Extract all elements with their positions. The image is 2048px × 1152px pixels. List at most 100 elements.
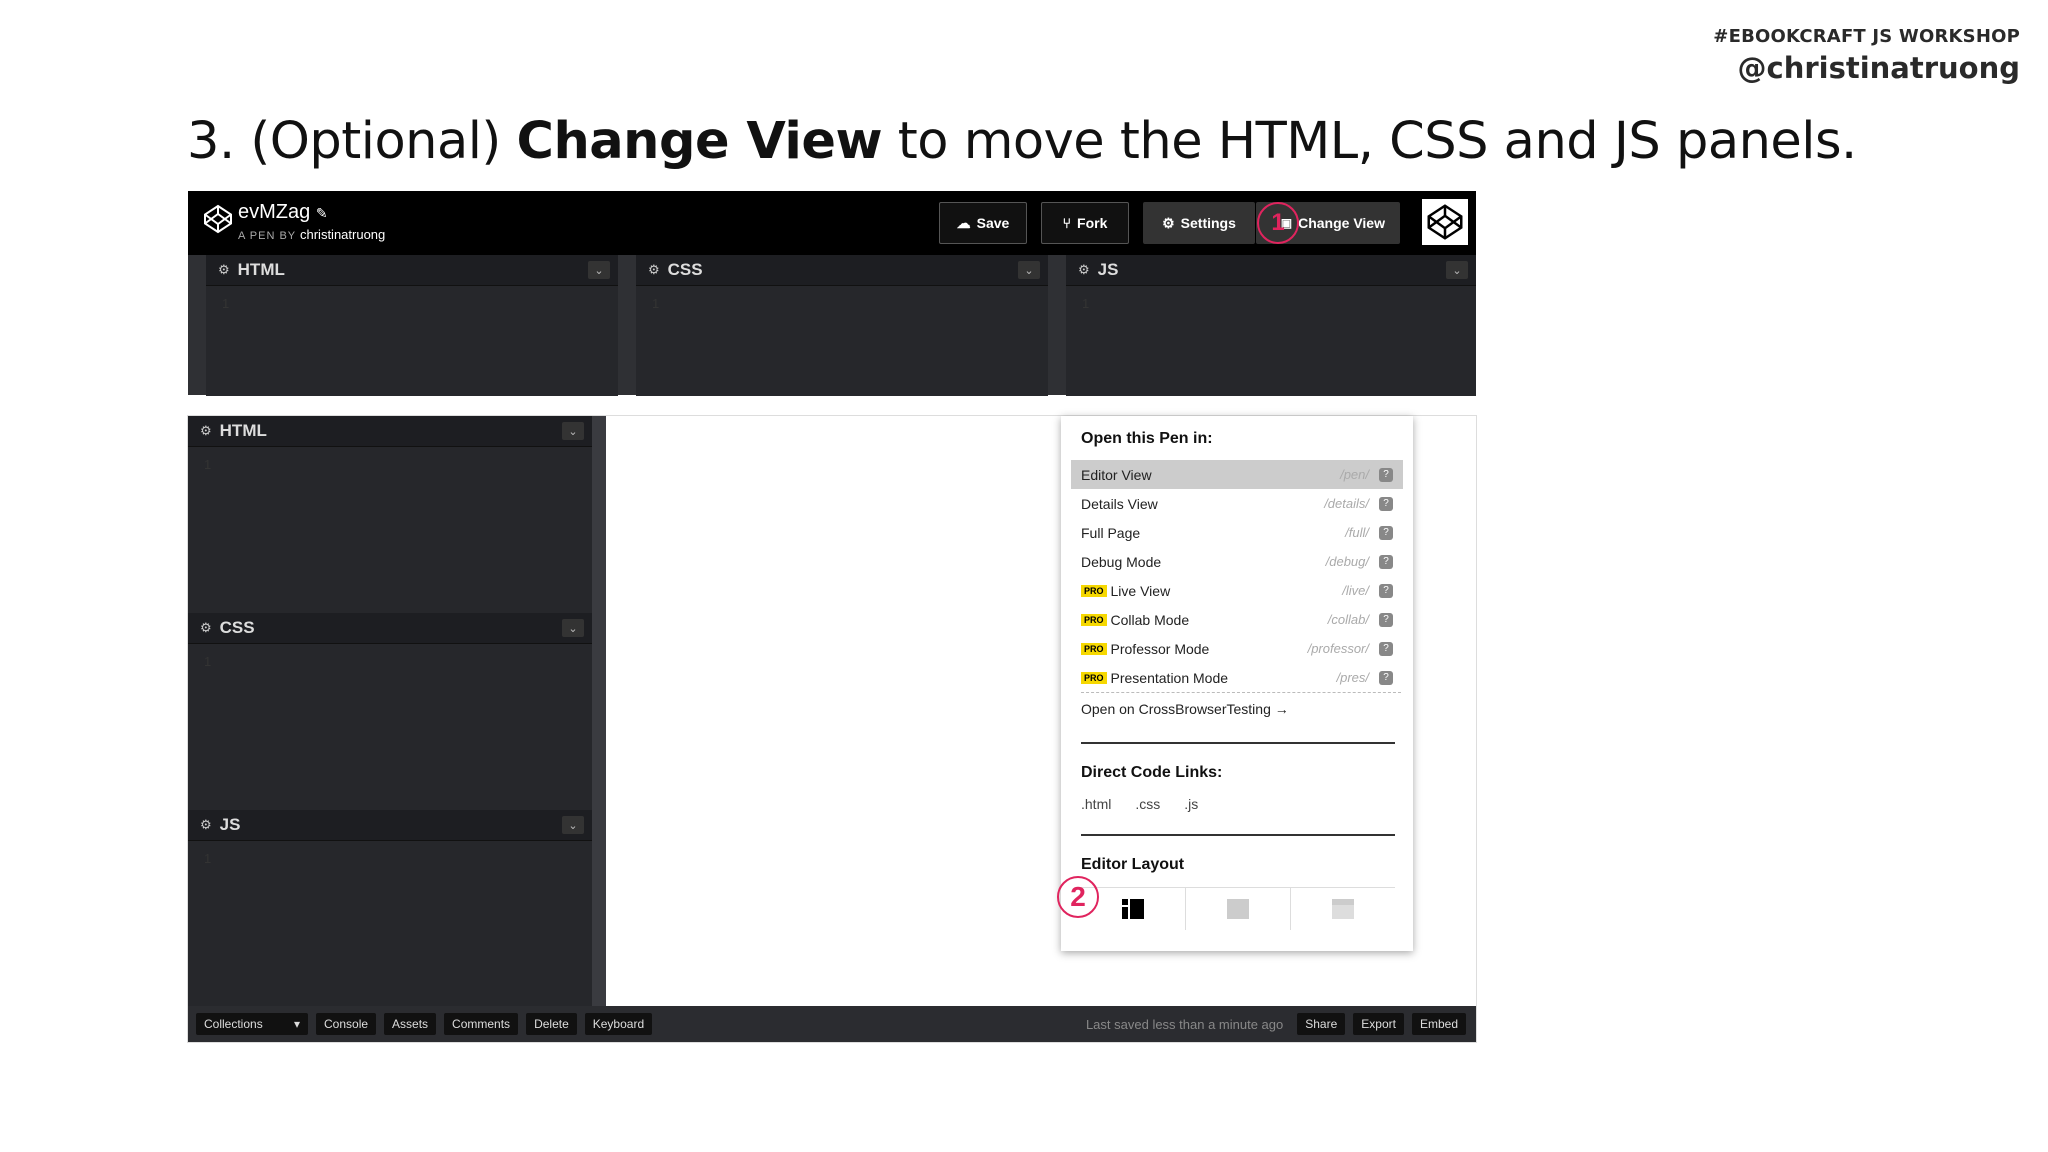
settings-button[interactable]: ⚙ Settings: [1143, 202, 1255, 244]
pro-badge: PRO: [1081, 613, 1107, 626]
workshop-tag: #EBOOKCRAFT JS WORKSHOP: [1713, 26, 2020, 47]
view-item-live[interactable]: PRO Live View/live/?: [1071, 576, 1403, 605]
gear-icon[interactable]: ⚙: [200, 620, 212, 636]
help-icon[interactable]: ?: [1379, 467, 1393, 482]
view-path: /full/: [1345, 525, 1369, 540]
layout-left-icon: [1122, 899, 1144, 919]
view-item-professor[interactable]: PRO Professor Mode/professor/?: [1071, 634, 1403, 663]
view-item-presentation[interactable]: PRO Presentation Mode/pres/?: [1071, 663, 1403, 692]
link-css[interactable]: .css: [1135, 796, 1160, 812]
fork-button[interactable]: ⑂ Fork: [1041, 202, 1129, 244]
codepen-header: evMZag ✎ A PEN BY christinatruong ☁ Save …: [188, 191, 1476, 255]
console-button[interactable]: Console: [316, 1013, 377, 1035]
chevron-down-icon[interactable]: ⌄: [588, 261, 610, 279]
view-mode-list: Editor View/pen/? Details View/details/?…: [1071, 460, 1403, 692]
editor-js[interactable]: ⚙ JS ⌄ 1: [1066, 255, 1476, 396]
avatar-logo-icon: [1427, 204, 1463, 240]
slide-tag: #EBOOKCRAFT JS WORKSHOP @christinatruong: [1713, 26, 2020, 85]
edit-pencil-icon[interactable]: ✎: [316, 205, 328, 221]
gear-icon[interactable]: ⚙: [648, 262, 660, 278]
fork-icon: ⑂: [1062, 215, 1072, 231]
code-area[interactable]: 1: [206, 286, 618, 396]
chevron-down-icon[interactable]: ⌄: [562, 422, 584, 440]
help-icon[interactable]: ?: [1379, 554, 1393, 569]
layout-top-button[interactable]: [1186, 888, 1291, 930]
view-item-full-page[interactable]: Full Page/full/?: [1071, 518, 1403, 547]
collections-button[interactable]: Collections ▾: [196, 1013, 308, 1035]
editor-css[interactable]: ⚙ CSS ⌄ 1: [188, 613, 592, 810]
assets-button[interactable]: Assets: [384, 1013, 437, 1035]
pen-author-link[interactable]: christinatruong: [300, 227, 385, 242]
direct-links: .html .css .js: [1081, 796, 1198, 812]
user-avatar[interactable]: [1422, 199, 1468, 245]
link-html[interactable]: .html: [1081, 796, 1111, 812]
gear-icon[interactable]: ⚙: [218, 262, 230, 278]
change-view-dropdown: Open this Pen in: Editor View/pen/? Deta…: [1057, 416, 1413, 951]
save-status: Last saved less than a minute ago: [1085, 1016, 1284, 1032]
view-item-collab[interactable]: PRO Collab Mode/collab/?: [1071, 605, 1403, 634]
share-button[interactable]: Share: [1297, 1013, 1346, 1035]
view-item-editor[interactable]: Editor View/pen/?: [1071, 460, 1403, 489]
help-icon[interactable]: ?: [1379, 583, 1393, 598]
pro-badge: PRO: [1081, 671, 1107, 684]
export-button[interactable]: Export: [1353, 1013, 1404, 1035]
editor-divider[interactable]: [618, 255, 636, 395]
code-area[interactable]: 1: [188, 447, 592, 613]
view-label: Presentation Mode: [1110, 669, 1229, 686]
layout-right-button[interactable]: [1291, 888, 1395, 930]
slide-title: 3. (Optional) Change View to move the HT…: [187, 112, 1857, 171]
editor-header: ⚙ JS ⌄: [1066, 255, 1476, 286]
editor-js[interactable]: ⚙ JS ⌄ 1: [188, 810, 592, 1007]
left-editor-column: ⚙ HTML ⌄ 1 ⚙ CSS ⌄ 1 ⚙ JS ⌄ 1: [188, 416, 606, 1007]
view-label: Details View: [1081, 495, 1158, 512]
line-number: 1: [204, 457, 212, 472]
keyboard-button[interactable]: Keyboard: [584, 1013, 653, 1035]
editor-html[interactable]: ⚙ HTML ⌄ 1: [188, 416, 592, 613]
help-icon[interactable]: ?: [1379, 525, 1393, 540]
gear-icon[interactable]: ⚙: [200, 817, 212, 833]
codepen-logo-icon[interactable]: [202, 203, 234, 235]
chevron-down-icon[interactable]: ⌄: [562, 816, 584, 834]
layout-right-icon: [1332, 899, 1354, 919]
comments-button[interactable]: Comments: [444, 1013, 519, 1035]
view-label: Professor Mode: [1110, 640, 1210, 657]
help-icon[interactable]: ?: [1379, 670, 1393, 685]
editor-divider[interactable]: [1048, 255, 1066, 395]
callout-1-number: 1: [1271, 209, 1285, 236]
chevron-down-icon[interactable]: ⌄: [1446, 261, 1468, 279]
view-item-details[interactable]: Details View/details/?: [1071, 489, 1403, 518]
code-area[interactable]: 1: [1066, 286, 1476, 396]
direct-links-title: Direct Code Links:: [1081, 764, 1223, 781]
callout-1: 1: [1257, 202, 1299, 244]
editor-css[interactable]: ⚙ CSS ⌄ 1: [636, 255, 1048, 396]
code-area[interactable]: 1: [188, 644, 592, 810]
editor-title: HTML: [237, 260, 285, 279]
line-number: 1: [652, 296, 660, 311]
save-button[interactable]: ☁ Save: [939, 202, 1027, 244]
pen-title[interactable]: evMZag ✎: [238, 201, 328, 224]
editor-html[interactable]: ⚙ HTML ⌄ 1: [206, 255, 618, 396]
editor-divider[interactable]: [188, 255, 206, 395]
link-js[interactable]: .js: [1184, 796, 1198, 812]
view-path: /details/: [1324, 496, 1369, 511]
editor-header: ⚙ HTML ⌄: [206, 255, 618, 286]
view-path: /collab/: [1327, 612, 1369, 627]
gear-icon[interactable]: ⚙: [200, 423, 212, 439]
settings-label: Settings: [1180, 215, 1236, 231]
title-suffix: to move the HTML, CSS and JS panels.: [882, 112, 1857, 171]
embed-button[interactable]: Embed: [1411, 1013, 1466, 1035]
view-item-debug[interactable]: Debug Mode/debug/?: [1071, 547, 1403, 576]
view-path: /pres/: [1336, 670, 1369, 685]
chevron-down-icon[interactable]: ⌄: [562, 619, 584, 637]
help-icon[interactable]: ?: [1379, 496, 1393, 511]
gear-icon[interactable]: ⚙: [1078, 262, 1090, 278]
delete-button[interactable]: Delete: [526, 1013, 577, 1035]
code-area[interactable]: 1: [636, 286, 1048, 396]
editor-header: ⚙ CSS ⌄: [188, 613, 592, 644]
code-area[interactable]: 1: [188, 841, 592, 1007]
panel-resizer[interactable]: [592, 416, 606, 1006]
help-icon[interactable]: ?: [1379, 612, 1393, 627]
crossbrowser-link[interactable]: Open on CrossBrowserTesting →: [1081, 701, 1289, 717]
chevron-down-icon[interactable]: ⌄: [1018, 261, 1040, 279]
help-icon[interactable]: ?: [1379, 641, 1393, 656]
